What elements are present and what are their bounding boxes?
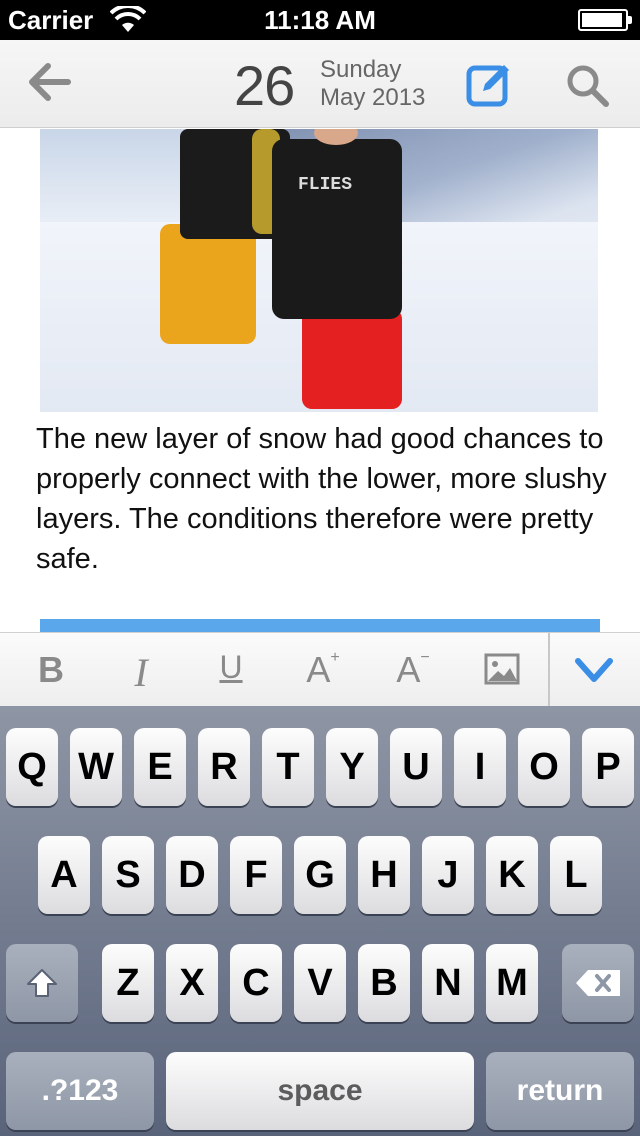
key-c[interactable]: C — [230, 944, 282, 1022]
key-y[interactable]: Y — [326, 728, 378, 806]
chevron-down-icon[interactable] — [574, 653, 614, 687]
key-h[interactable]: H — [358, 836, 410, 914]
key-b[interactable]: B — [358, 944, 410, 1022]
return-key[interactable]: return — [486, 1052, 634, 1130]
edit-icon[interactable] — [466, 60, 514, 108]
bold-button[interactable]: B — [34, 649, 68, 693]
insert-image-icon[interactable] — [484, 653, 520, 685]
key-m[interactable]: M — [486, 944, 538, 1022]
key-v[interactable]: V — [294, 944, 346, 1022]
delete-key[interactable] — [562, 944, 634, 1022]
keyboard: Q W E R T Y U I O P A S D F G H J K L Z … — [0, 706, 640, 1136]
key-d[interactable]: D — [166, 836, 218, 914]
entry-content[interactable]: FLIES The new layer of snow had good cha… — [0, 129, 640, 632]
clock: 11:18 AM — [264, 5, 376, 35]
key-r[interactable]: R — [198, 728, 250, 806]
key-a[interactable]: A — [38, 836, 90, 914]
shift-icon — [27, 969, 57, 997]
underline-button[interactable]: U — [214, 649, 248, 693]
status-bar: Carrier 11:18 AM — [0, 0, 640, 40]
key-u[interactable]: U — [390, 728, 442, 806]
entry-text[interactable]: The new layer of snow had good chances t… — [36, 419, 616, 579]
key-z[interactable]: Z — [102, 944, 154, 1022]
toolbar-divider — [548, 633, 550, 707]
key-p[interactable]: P — [582, 728, 634, 806]
key-s[interactable]: S — [102, 836, 154, 914]
italic-button[interactable]: I — [124, 649, 158, 695]
search-icon[interactable] — [564, 62, 610, 108]
key-o[interactable]: O — [518, 728, 570, 806]
key-n[interactable]: N — [422, 944, 474, 1022]
increase-font-button[interactable]: A+ — [300, 649, 346, 693]
key-e[interactable]: E — [134, 728, 186, 806]
key-f[interactable]: F — [230, 836, 282, 914]
increase-font-mark: + — [330, 649, 340, 666]
key-l[interactable]: L — [550, 836, 602, 914]
entry-weekday: Sunday — [320, 56, 402, 83]
key-i[interactable]: I — [454, 728, 506, 806]
numbers-key[interactable]: .?123 — [6, 1052, 154, 1130]
photo-person-right-shirt — [272, 139, 402, 319]
key-x[interactable]: X — [166, 944, 218, 1022]
key-j[interactable]: J — [422, 836, 474, 914]
decrease-font-button[interactable]: A− — [390, 649, 436, 693]
decrease-font-mark: − — [420, 649, 430, 666]
shift-key[interactable] — [6, 944, 78, 1022]
photo-person-right-pants — [302, 309, 402, 409]
photo-shirt-text: FLIES — [298, 175, 353, 195]
decrease-font-letter: A — [396, 649, 421, 690]
key-w[interactable]: W — [70, 728, 122, 806]
key-t[interactable]: T — [262, 728, 314, 806]
entry-photo[interactable]: FLIES — [40, 129, 598, 412]
increase-font-letter: A — [306, 649, 331, 690]
backspace-icon — [576, 970, 620, 996]
back-arrow-icon[interactable] — [26, 60, 74, 104]
space-key[interactable]: space — [166, 1052, 474, 1130]
key-k[interactable]: K — [486, 836, 538, 914]
key-g[interactable]: G — [294, 836, 346, 914]
photo-person-left-pants — [160, 224, 256, 344]
battery-icon — [578, 9, 632, 31]
nav-bar: 26 Sunday May 2013 — [0, 40, 640, 128]
entry-month-year: May 2013 — [320, 84, 426, 111]
next-photo-edge[interactable] — [40, 619, 600, 632]
key-q[interactable]: Q — [6, 728, 58, 806]
format-toolbar: B I U A+ A− — [0, 632, 640, 707]
entry-day-number: 26 — [234, 54, 295, 117]
